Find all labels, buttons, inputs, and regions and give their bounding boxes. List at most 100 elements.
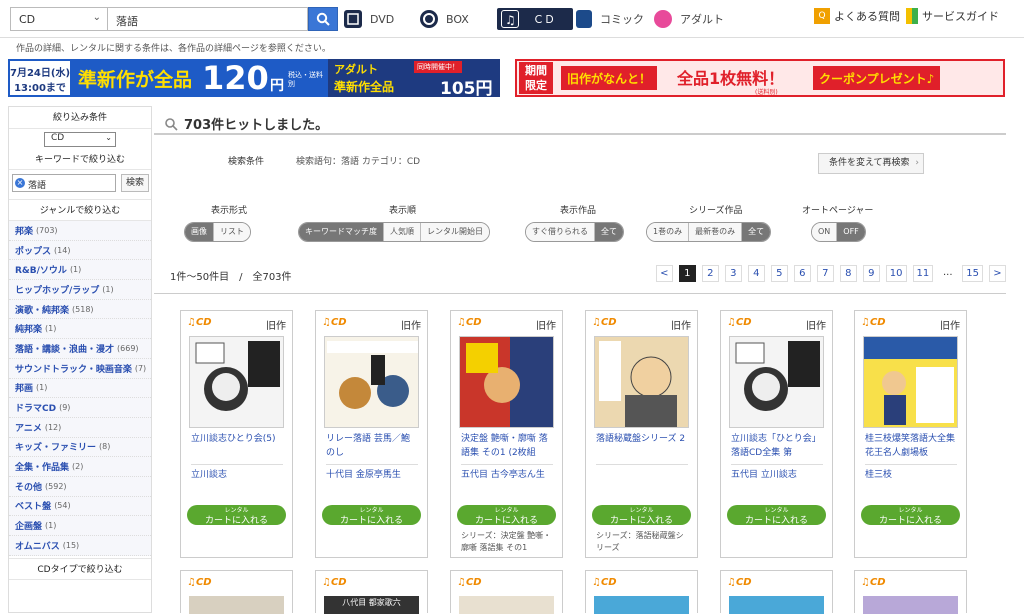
genre-item[interactable]: ベスト盤 (54) xyxy=(9,496,151,517)
pager-prev[interactable]: < xyxy=(655,265,673,282)
genre-item[interactable]: 邦楽 (703) xyxy=(9,221,151,241)
product-artist[interactable]: 立川談志 xyxy=(191,467,283,480)
nav-box[interactable]: BOX xyxy=(420,8,469,30)
genre-item[interactable]: オムニバス (15) xyxy=(9,536,151,556)
product-title[interactable]: 決定盤 艶噺・廓噺 落語集 その1 (2枚組 xyxy=(461,432,553,462)
keyword-search-button[interactable]: 検索 xyxy=(121,174,149,192)
product-series[interactable]: シリーズ：落語秘蔵盤シリーズ xyxy=(596,530,690,556)
research-button[interactable]: 条件を変えて再検索 › xyxy=(818,153,924,174)
nav-comic[interactable]: コミック xyxy=(576,8,644,30)
pager-page[interactable]: 9 xyxy=(862,265,880,282)
add-to-cart-button[interactable]: レンタル カートに入れる xyxy=(861,505,960,526)
genre-item[interactable]: その他 (592) xyxy=(9,476,151,497)
cover-image[interactable] xyxy=(594,596,689,614)
pager-page[interactable]: 1 xyxy=(678,265,696,282)
add-to-cart-button[interactable]: レンタル カートに入れる xyxy=(187,505,286,526)
autopager-off-option[interactable]: OFF xyxy=(837,223,865,241)
pager-page[interactable]: 11 xyxy=(912,265,934,282)
pager-page[interactable]: 8 xyxy=(839,265,857,282)
product-artist[interactable]: 五代目 古今亭志ん生 xyxy=(461,467,553,480)
product-title[interactable]: 落語秘蔵盤シリーズ 2 xyxy=(596,432,688,462)
product-artist[interactable]: 五代目 立川談志 xyxy=(731,467,823,480)
pager-page[interactable]: 15 xyxy=(962,265,983,282)
display-list-option[interactable]: リスト xyxy=(214,223,250,241)
cover-image[interactable] xyxy=(729,336,824,428)
nav-adult[interactable]: アダルト xyxy=(654,8,724,30)
genre-item[interactable]: ドラマCD (9) xyxy=(9,398,151,418)
cover-image[interactable] xyxy=(189,596,284,614)
series-first-option[interactable]: 1巻のみ xyxy=(647,223,690,241)
order-popular-option[interactable]: 人気順 xyxy=(384,223,421,241)
category-select[interactable]: CD ⌄ xyxy=(10,7,108,31)
display-image-option[interactable]: 画像 xyxy=(185,223,214,241)
filter-select[interactable]: CD ⌄ xyxy=(44,132,116,147)
cover-image[interactable] xyxy=(594,336,689,428)
pager-page[interactable]: 6 xyxy=(793,265,811,282)
order-date-option[interactable]: レンタル開始日 xyxy=(421,223,489,241)
product-title[interactable]: 立川談志ひとり会(5) xyxy=(191,432,283,462)
add-to-cart-button[interactable]: レンタル カートに入れる xyxy=(592,505,691,526)
keyword-input[interactable]: × 落語 xyxy=(12,174,116,192)
series-latest-option[interactable]: 最新巻のみ xyxy=(689,223,743,241)
product-card[interactable]: ♫CD 旧作 桂三枝爆笑落語大全集 花王名人劇場板 桂三枝 レンタル カートに入れる xyxy=(854,310,967,558)
genre-item[interactable]: 全集・作品集 (2) xyxy=(9,457,151,477)
pager-page[interactable]: 2 xyxy=(701,265,719,282)
product-card[interactable]: ♫CD 旧作 決定盤 艶噺・廓噺 落語集 その1 (2枚組 五代目 古今亭志ん生 … xyxy=(450,310,563,558)
product-card[interactable]: ♫CD 旧作 立川談志ひとり会(5) 立川談志 レンタル カートに入れる xyxy=(180,310,293,558)
search-button[interactable] xyxy=(308,7,338,31)
nav-dvd[interactable]: DVD xyxy=(344,8,394,30)
nav-cd[interactable]: ♫ ＣＤ xyxy=(497,8,573,30)
product-artist[interactable]: 十代目 金原亭馬生 xyxy=(326,467,418,480)
product-card[interactable]: ♫CD xyxy=(585,570,698,614)
add-to-cart-button[interactable]: レンタル カートに入れる xyxy=(457,505,556,526)
genre-item[interactable]: R&B/ソウル (1) xyxy=(9,260,151,281)
product-series[interactable]: シリーズ：決定盤 艶噺・廓噺 落語集 その1 xyxy=(461,530,555,556)
cover-image[interactable] xyxy=(324,336,419,428)
order-keyword-option[interactable]: キーワードマッチ度 xyxy=(299,223,384,241)
add-to-cart-button[interactable]: レンタル カートに入れる xyxy=(727,505,826,526)
faq-link[interactable]: Q よくある質問 xyxy=(814,8,900,24)
genre-item[interactable]: 落語・講談・浪曲・漫才 (669) xyxy=(9,339,151,359)
genre-item[interactable]: サウンドトラック・映画音楽 (7) xyxy=(9,358,151,379)
product-card[interactable]: ♫CD 旧作 リレー落語 芸馬／鮑のし 十代目 金原亭馬生 レンタル カートに入れる xyxy=(315,310,428,558)
search-input[interactable]: 落語 xyxy=(108,7,308,31)
genre-item[interactable]: キッズ・ファミリー (8) xyxy=(9,437,151,458)
genre-item[interactable]: 邦画 (1) xyxy=(9,378,151,399)
cover-image[interactable] xyxy=(863,336,958,428)
works-all-option[interactable]: 全て xyxy=(595,223,623,241)
product-card[interactable]: ♫CD xyxy=(720,570,833,614)
product-title[interactable]: 桂三枝爆笑落語大全集 花王名人劇場板 xyxy=(865,432,957,462)
genre-item[interactable]: アニメ (12) xyxy=(9,417,151,438)
product-artist[interactable]: 桂三枝 xyxy=(865,467,957,480)
works-available-option[interactable]: すぐ借りられる xyxy=(526,223,595,241)
pager-page[interactable]: 4 xyxy=(747,265,765,282)
cover-image[interactable] xyxy=(459,336,554,428)
product-title[interactable]: 立川談志「ひとり会」落語CD全集 第 xyxy=(731,432,823,462)
product-card[interactable]: ♫CD xyxy=(180,570,293,614)
cover-image[interactable] xyxy=(189,336,284,428)
cover-image[interactable] xyxy=(459,596,554,614)
guide-link[interactable]: サービスガイド xyxy=(906,8,999,24)
product-card[interactable]: ♫CD 旧作 落語秘蔵盤シリーズ 2 レンタル カートに入れる シリーズ：落語秘蔵盤… xyxy=(585,310,698,558)
cover-image[interactable] xyxy=(863,596,958,614)
product-card[interactable]: ♫CD xyxy=(854,570,967,614)
product-card[interactable]: ♫CD xyxy=(450,570,563,614)
product-title[interactable]: リレー落語 芸馬／鮑のし xyxy=(326,432,418,462)
pager-next[interactable]: > xyxy=(989,265,1006,282)
pager-page[interactable]: 7 xyxy=(816,265,834,282)
cover-image[interactable]: 八代目 都家歌六 xyxy=(324,596,419,614)
genre-item[interactable]: 企画盤 (1) xyxy=(9,516,151,536)
coupon-banner[interactable]: 期間 限定 旧作がなんと！ 全品1枚無料！ (送料別) クーポンプレゼント♪ xyxy=(515,59,1005,97)
series-all-option[interactable]: 全て xyxy=(742,223,771,241)
product-card[interactable]: ♫CD 八代目 都家歌六 xyxy=(315,570,428,614)
pager-page[interactable]: 3 xyxy=(724,265,742,282)
clear-icon[interactable]: × xyxy=(15,178,25,188)
genre-item[interactable]: 演歌・純邦楽 (518) xyxy=(9,299,151,320)
genre-item[interactable]: 純邦楽 (1) xyxy=(9,319,151,340)
genre-item[interactable]: ヒップホップ/ラップ (1) xyxy=(9,280,151,300)
pager-page[interactable]: 10 xyxy=(885,265,907,282)
cover-image[interactable] xyxy=(729,596,824,614)
add-to-cart-button[interactable]: レンタル カートに入れる xyxy=(322,505,421,526)
product-card[interactable]: ♫CD 旧作 立川談志「ひとり会」落語CD全集 第 五代目 立川談志 レンタル カー… xyxy=(720,310,833,558)
pager-page[interactable]: 5 xyxy=(770,265,788,282)
